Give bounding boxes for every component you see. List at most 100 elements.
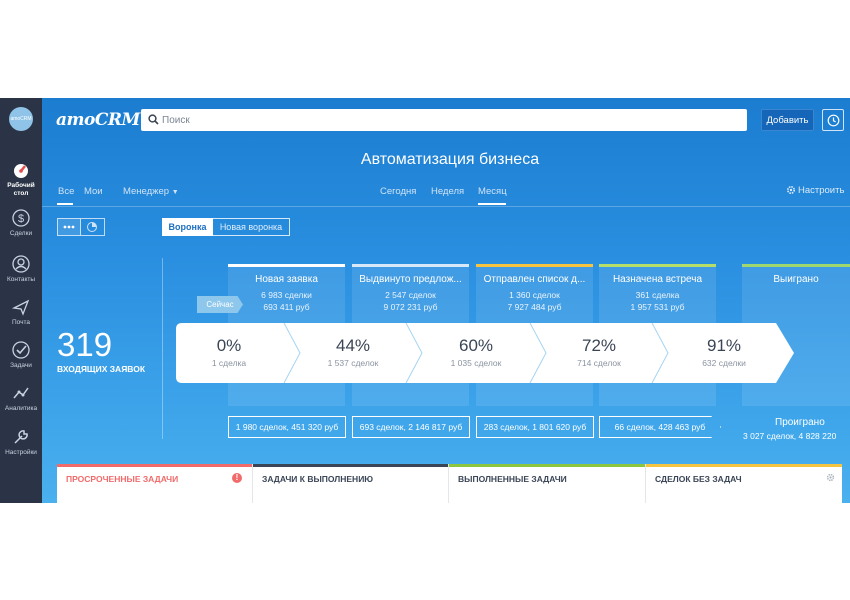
filter-all[interactable]: Все <box>58 186 74 197</box>
sidebar-label: Почта <box>11 319 31 326</box>
tasks-icon <box>12 341 30 359</box>
conversion-percent: 91% <box>706 336 742 355</box>
filter-manager-label: Менеджер <box>123 186 170 197</box>
dots-icon <box>63 225 75 229</box>
conversion-count: 714 сделок <box>577 358 621 368</box>
pending-tasks-panel[interactable]: ЗАДАЧИ К ВЫПОЛНЕНИЮ <box>253 464 449 503</box>
period-month[interactable]: Месяц <box>478 186 507 197</box>
conversion-percent: 72% <box>581 336 617 355</box>
clock-icon <box>827 114 840 127</box>
chevron-down-icon: ▼ <box>171 189 179 196</box>
panel-color-bar <box>449 464 645 467</box>
conversion-count: 632 сделки <box>702 358 746 368</box>
filter-manager[interactable]: Менеджер ▼ <box>123 186 179 197</box>
stage-color-bar <box>599 264 716 267</box>
panel-color-bar <box>646 464 842 467</box>
panel-title: ПРОСРОЧЕННЫЕ ЗАДАЧИ <box>66 474 179 484</box>
period-month-underline <box>478 203 506 205</box>
page-title: Автоматизация бизнеса <box>360 151 540 168</box>
conversion-percent: 44% <box>335 336 371 355</box>
period-today[interactable]: Сегодня <box>380 186 416 197</box>
add-button[interactable]: Добавить <box>761 109 814 131</box>
sidebar-item-deals[interactable]: $ Сделки <box>0 208 42 238</box>
completed-tasks-panel[interactable]: ВЫПОЛНЕННЫЕ ЗАДАЧИ <box>449 464 646 503</box>
view-pie-toggle[interactable] <box>81 218 105 236</box>
deals-icon: $ <box>12 209 30 227</box>
sidebar-label: Контакты <box>6 276 36 283</box>
sidebar-item-dashboard[interactable]: Рабочий стол <box>0 160 42 198</box>
stage-color-bar <box>742 264 850 267</box>
funnel-tab-new[interactable]: Новая воронка <box>213 218 290 236</box>
pie-chart-icon <box>87 222 97 232</box>
overdue-tasks-panel[interactable]: ПРОСРОЧЕННЫЕ ЗАДАЧИ ! <box>57 464 253 503</box>
filter-all-underline <box>57 203 73 205</box>
settings-label: Настроить <box>798 185 845 196</box>
conversion-count: 1 035 сделок <box>450 358 502 368</box>
crm-window: amoCRM Рабочий стол $ Сделки Контакты По… <box>0 98 850 503</box>
panel-color-bar <box>253 464 448 467</box>
svg-text:$: $ <box>18 213 24 225</box>
stage-amount: 1 957 531 руб <box>630 302 685 312</box>
stage-color-bar <box>228 264 345 267</box>
panel-title: ВЫПОЛНЕННЫЕ ЗАДАЧИ <box>458 474 567 484</box>
funnel-tab-main[interactable]: Воронка <box>162 218 213 236</box>
settings-icon <box>14 430 28 444</box>
sidebar-item-contacts[interactable]: Контакты <box>0 254 42 284</box>
search-bar[interactable] <box>141 109 747 131</box>
period-week[interactable]: Неделя <box>431 186 464 197</box>
stage-total[interactable]: 1 980 сделок, 451 320 руб <box>228 416 346 438</box>
deals-without-tasks-panel[interactable]: СДЕЛОК БЕЗ ЗАДАЧ <box>646 464 842 503</box>
analytics-icon <box>13 387 29 399</box>
notifications-button[interactable] <box>822 109 844 131</box>
sidebar-label: Сделки <box>9 230 33 237</box>
conversion-percent: 60% <box>458 336 494 355</box>
stage-amount: 693 411 руб <box>263 302 310 312</box>
contacts-icon <box>12 255 30 273</box>
panel-title: СДЕЛОК БЕЗ ЗАДАЧ <box>655 474 742 484</box>
stage-total[interactable]: 66 сделок, 428 463 руб <box>599 416 721 438</box>
view-funnel-toggle[interactable] <box>57 218 81 236</box>
conversion-count: 1 537 сделок <box>327 358 379 368</box>
gear-icon[interactable] <box>826 473 835 482</box>
stage-name: Выдвинуто предлож... <box>359 274 462 285</box>
incoming-count: 319 <box>57 326 113 363</box>
stage-name: Отправлен список д... <box>483 274 586 285</box>
sidebar-item-settings[interactable]: Настройки <box>0 427 42 457</box>
stage-deals: 1 360 сделок <box>509 290 560 300</box>
sidebar-item-mail[interactable]: Почта <box>0 297 42 327</box>
lost-label: Проиграно <box>775 417 825 428</box>
sidebar-item-tasks[interactable]: Задачи <box>0 340 42 370</box>
stage-name: Выиграно <box>773 274 819 285</box>
stage-name: Новая заявка <box>255 274 318 285</box>
brand-logo[interactable]: amoCRM. <box>56 110 146 130</box>
stage-deals: 6 983 сделки <box>261 290 312 300</box>
alert-icon: ! <box>232 473 242 483</box>
filter-divider <box>42 206 850 207</box>
dashboard-icon <box>14 164 28 178</box>
search-icon <box>148 114 159 125</box>
search-input[interactable] <box>162 109 732 131</box>
stage-total[interactable]: 283 сделок, 1 801 620 руб <box>476 416 594 438</box>
sidebar-label: Настройки <box>5 449 37 456</box>
gear-icon <box>786 185 796 195</box>
stage-color-bar <box>476 264 593 267</box>
stage-total[interactable]: 693 сделок, 2 146 817 руб <box>352 416 470 438</box>
conversion-count: 1 сделка <box>211 358 247 368</box>
settings-link[interactable]: Настроить <box>786 185 844 196</box>
lost-value: 3 027 сделок, 4 828 220 <box>743 431 837 441</box>
sidebar-logo[interactable]: amoCRM <box>9 107 33 131</box>
panel-color-bar <box>57 464 252 467</box>
incoming-label: ВХОДЯЩИХ ЗАЯВОК <box>57 364 146 374</box>
now-tag: Сейчас <box>197 296 243 313</box>
stage-deals: 2 547 сделок <box>385 290 436 300</box>
stage-deals: 361 сделка <box>635 290 680 300</box>
sidebar-label: Задачи <box>10 362 32 369</box>
sidebar-item-analytics[interactable]: Аналитика <box>0 383 42 413</box>
sidebar: amoCRM Рабочий стол $ Сделки Контакты По… <box>0 98 42 503</box>
stage-amount: 7 927 484 руб <box>507 302 562 312</box>
panel-title: ЗАДАЧИ К ВЫПОЛНЕНИЮ <box>262 474 374 484</box>
filter-mine[interactable]: Мои <box>84 186 103 197</box>
sidebar-label: Аналитика <box>4 405 38 412</box>
mail-icon <box>11 299 30 316</box>
stage-amount: 9 072 231 руб <box>383 302 438 312</box>
